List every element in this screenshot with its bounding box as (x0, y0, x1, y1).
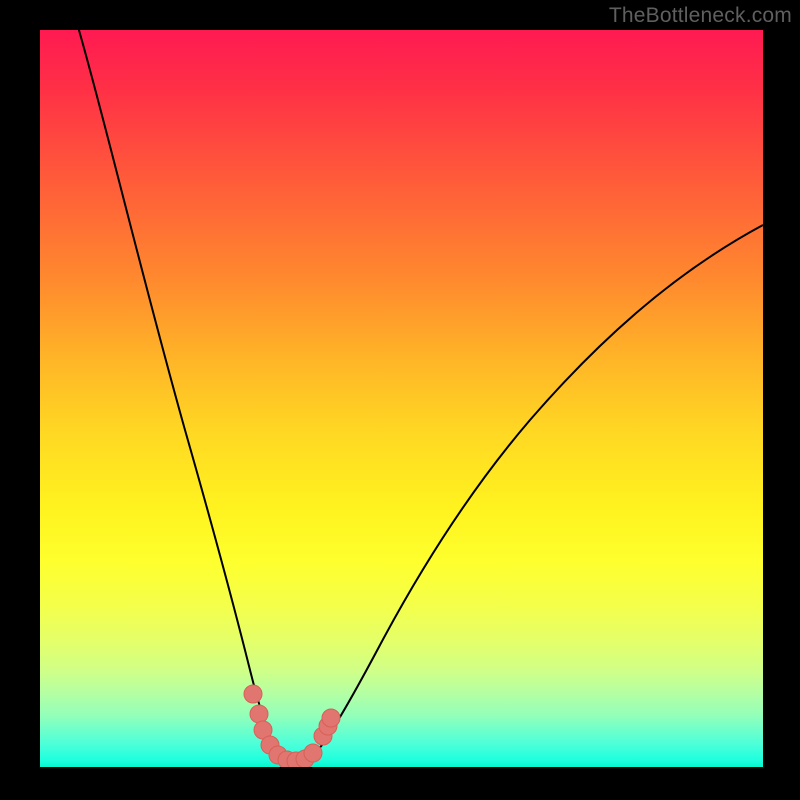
plot-area (40, 30, 763, 767)
bottleneck-curve (76, 30, 763, 764)
chart-svg (40, 30, 763, 767)
chart-frame: TheBottleneck.com (0, 0, 800, 800)
watermark-text: TheBottleneck.com (609, 4, 792, 28)
valley-markers (244, 685, 340, 767)
